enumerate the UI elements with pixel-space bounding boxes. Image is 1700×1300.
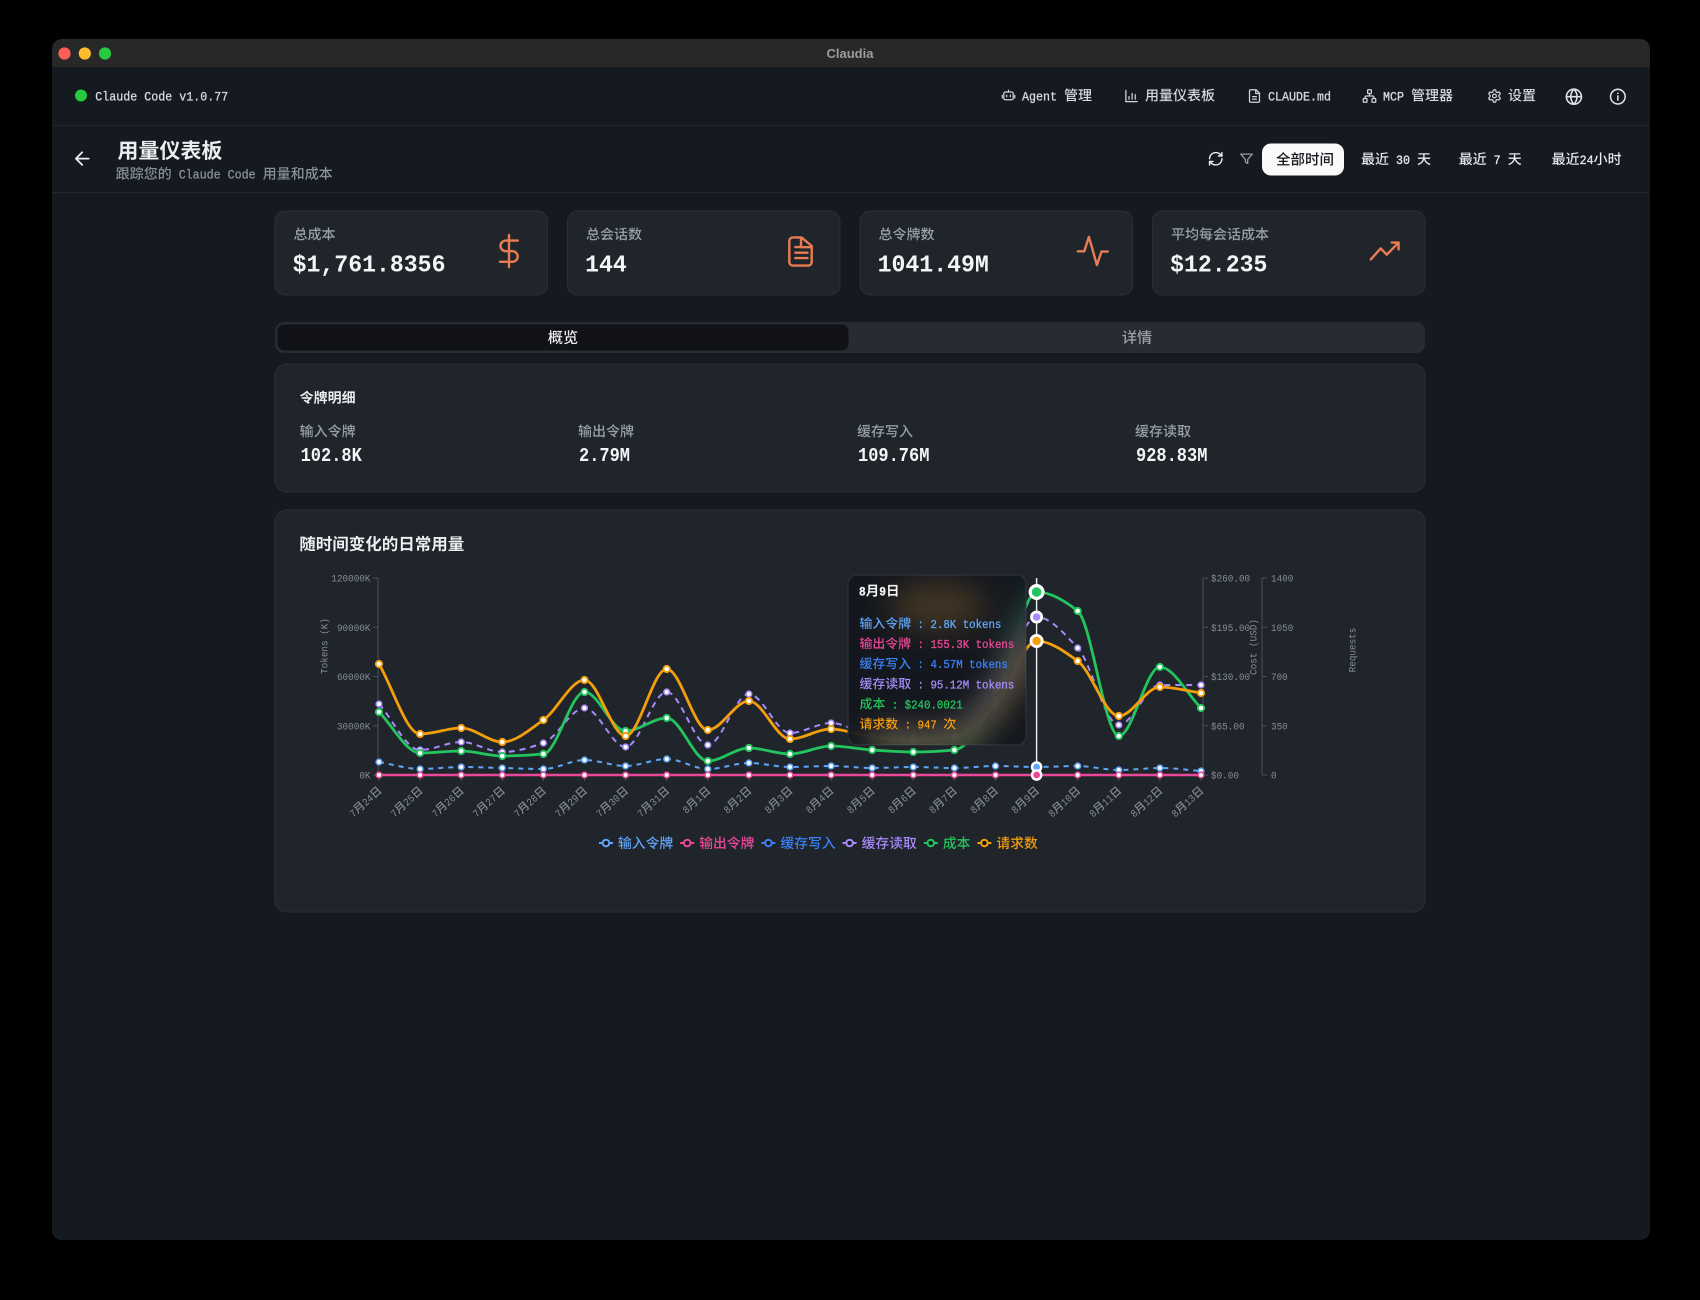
svg-text:CLAUDE.md: CLAUDE.md [1268, 89, 1331, 104]
svg-text:350: 350 [1271, 721, 1288, 733]
svg-text:1041.49M: 1041.49M [878, 252, 989, 279]
svg-text:: $240.0021: : $240.0021 [885, 698, 962, 712]
svg-text:7: 7 [1487, 153, 1508, 168]
svg-text:8: 8 [859, 586, 866, 600]
svg-text:$195.00: $195.00 [1211, 623, 1250, 635]
svg-text:: 947: : 947 [898, 719, 943, 733]
svg-text:109.76M: 109.76M [858, 445, 929, 467]
svg-text:: 95.12M tokens: : 95.12M tokens [911, 678, 1014, 692]
svg-text:Claude Code v1.0.77: Claude Code v1.0.77 [95, 89, 228, 104]
svg-text:9: 9 [879, 586, 886, 600]
svg-text:Tokens (K): Tokens (K) [320, 618, 332, 674]
svg-text:102.8K: 102.8K [301, 445, 363, 467]
svg-text:24: 24 [1580, 153, 1594, 168]
svg-text:1050: 1050 [1271, 623, 1293, 635]
svg-text:30000K: 30000K [337, 721, 371, 733]
svg-text:60000K: 60000K [337, 672, 371, 684]
svg-text:928.83M: 928.83M [1136, 445, 1207, 467]
svg-text:Claudia: Claudia [827, 46, 875, 61]
svg-text:30: 30 [1389, 153, 1417, 168]
svg-text:: 4.57M tokens: : 4.57M tokens [911, 658, 1008, 672]
svg-text:0: 0 [1271, 771, 1277, 783]
svg-text:700: 700 [1271, 672, 1288, 684]
svg-text:$1,761.8356: $1,761.8356 [293, 252, 446, 279]
svg-text:Requests: Requests [1348, 628, 1360, 673]
svg-text:Claude Code: Claude Code [172, 168, 263, 183]
svg-text:: 155.3K tokens: : 155.3K tokens [911, 638, 1014, 652]
svg-text:0K: 0K [359, 771, 371, 783]
svg-text:: 2.8K tokens: : 2.8K tokens [911, 618, 1001, 632]
svg-text:90000K: 90000K [337, 623, 371, 635]
svg-text:Agent: Agent [1022, 89, 1064, 104]
svg-text:MCP: MCP [1383, 89, 1411, 104]
svg-text:$0.00: $0.00 [1211, 771, 1239, 783]
svg-text:Cost (USD): Cost (USD) [1249, 619, 1261, 675]
svg-text:$260.00: $260.00 [1211, 574, 1250, 586]
svg-text:$12.235: $12.235 [1170, 252, 1267, 279]
svg-text:1400: 1400 [1271, 574, 1293, 586]
svg-text:$130.00: $130.00 [1211, 672, 1250, 684]
svg-text:144: 144 [585, 252, 627, 279]
svg-text:2.79M: 2.79M [579, 445, 630, 467]
svg-text:120000K: 120000K [331, 574, 371, 586]
svg-text:$65.00: $65.00 [1211, 721, 1245, 733]
